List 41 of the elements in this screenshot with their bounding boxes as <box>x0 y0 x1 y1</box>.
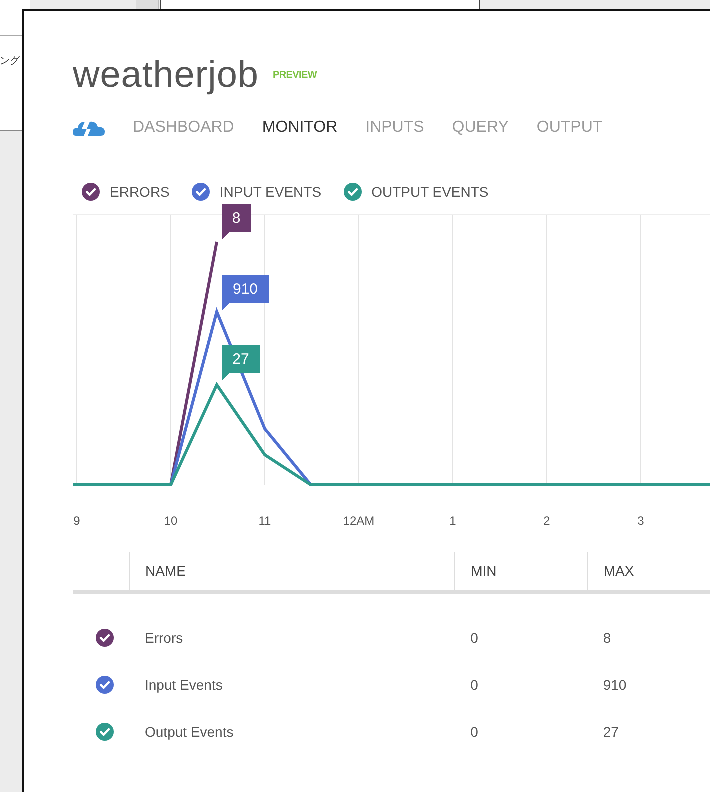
check-circle-icon[interactable] <box>96 676 114 694</box>
table-cell: 8 <box>587 592 710 661</box>
nav-tab[interactable]: OUTPUT <box>536 119 603 137</box>
check-circle-icon[interactable] <box>96 722 114 740</box>
axis-label: 12AM <box>343 514 375 528</box>
table-cell-text: 0 <box>470 722 480 742</box>
nav-tab[interactable]: QUERY <box>452 119 509 137</box>
value-callout: 8 <box>222 204 251 240</box>
column-header: MAX <box>587 552 710 592</box>
table-cell-text: 0 <box>470 676 480 694</box>
axis-label: 2 <box>544 514 550 528</box>
axis-label: 9 <box>74 514 80 528</box>
check-circle-icon[interactable] <box>82 183 100 201</box>
value-callout: 27 <box>222 345 260 381</box>
axis-label: 3 <box>638 514 644 528</box>
window-text: ング <box>0 55 20 68</box>
value-callout: 910 <box>222 275 269 311</box>
scrollbar[interactable] <box>136 0 159 10</box>
check-circle-icon[interactable] <box>344 183 362 201</box>
legend-label: ERRORS <box>110 184 170 200</box>
job-title: weatherjob <box>73 54 260 96</box>
nav-tab[interactable]: DASHBOARD <box>133 119 234 137</box>
table-cell-text: Input Events <box>144 676 224 695</box>
axis-label: 1 <box>450 514 456 528</box>
legend-label: OUTPUT EVENTS <box>372 184 489 200</box>
check-circle-icon[interactable] <box>192 183 210 201</box>
table-cell: Errors <box>129 592 455 661</box>
axis-label: 11 <box>258 514 272 528</box>
cloud-icon[interactable] <box>73 119 105 137</box>
table-cell-text: Output Events <box>144 722 235 742</box>
table-cell-text: 910 <box>602 676 628 694</box>
table-cell: 0 <box>454 592 588 661</box>
nav-tab[interactable]: INPUTS <box>366 119 424 137</box>
column-header: MIN <box>454 552 588 592</box>
nav-tab[interactable]: MONITOR <box>262 119 338 137</box>
column-header: NAME <box>129 552 455 592</box>
check-circle-icon[interactable] <box>96 628 114 646</box>
preview-label: PREVIEW <box>273 70 318 80</box>
legend-label: INPUT EVENTS <box>220 184 322 200</box>
table-cell-text: 27 <box>602 722 620 742</box>
axis-label: 10 <box>164 514 178 528</box>
